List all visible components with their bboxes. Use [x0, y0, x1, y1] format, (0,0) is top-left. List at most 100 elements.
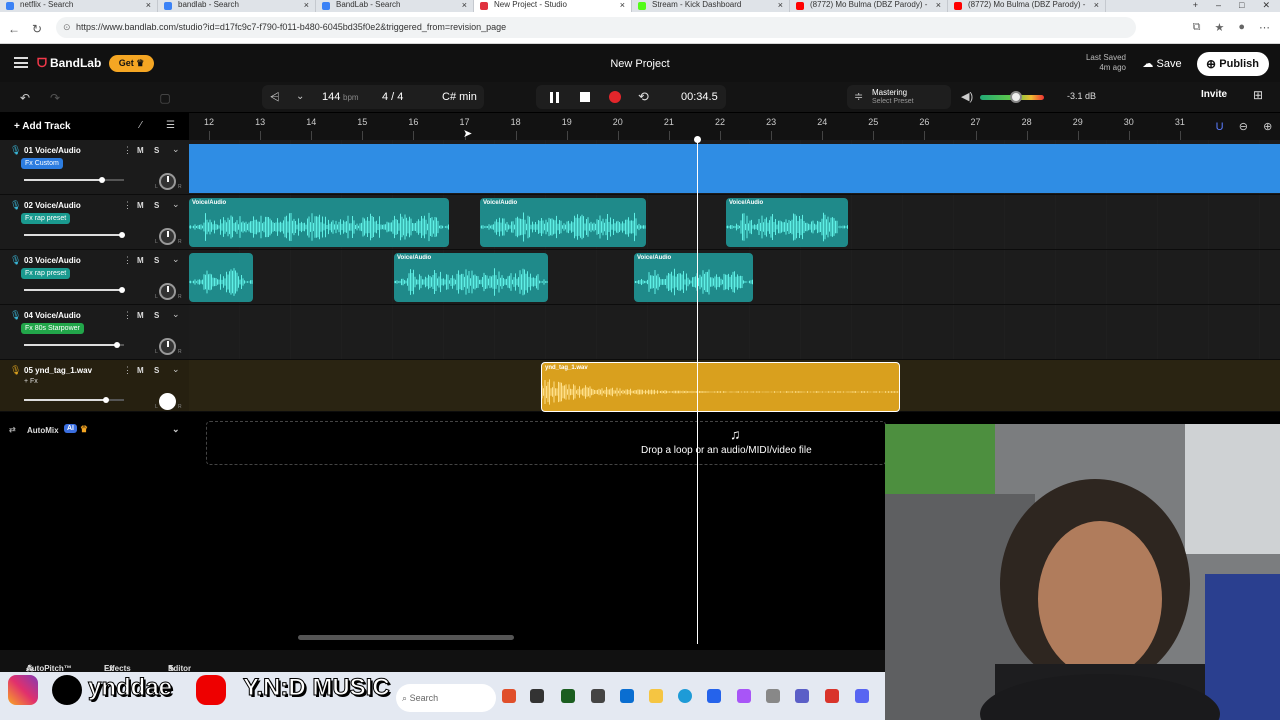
master-volume-slider[interactable] [980, 91, 1044, 103]
mute-button[interactable]: M [137, 201, 144, 210]
taskbar-app-icon[interactable] [766, 689, 780, 703]
gift-icon[interactable]: ⊞ [1253, 88, 1263, 102]
speaker-icon[interactable]: ◀) [961, 90, 973, 103]
time-signature[interactable]: 4 / 4 [382, 85, 403, 109]
track-name[interactable]: 01 Voice/Audio [24, 146, 81, 155]
hamburger-menu-icon[interactable] [14, 57, 28, 68]
taskbar-folder-icon[interactable] [649, 689, 663, 703]
taskbar-brave-icon[interactable] [825, 689, 839, 703]
taskbar-copilot-icon[interactable] [737, 689, 751, 703]
pan-knob[interactable] [159, 393, 176, 410]
stop-button[interactable] [580, 92, 590, 102]
track-name[interactable]: 03 Voice/Audio [24, 256, 81, 265]
pencil-icon[interactable]: ⁄ [140, 120, 142, 131]
browser-tab[interactable]: Stream - Kick Dashboard × [632, 0, 790, 12]
taskbar-teams-icon[interactable] [795, 689, 809, 703]
project-title[interactable]: New Project [540, 58, 740, 70]
automix-row[interactable]: ⇄ AutoMix AI ♛ ⌄ [0, 420, 189, 438]
get-membership-button[interactable]: Get ♛ [109, 55, 154, 72]
track-volume-slider[interactable] [24, 232, 125, 238]
track-lane[interactable]: Voice/Audio Voice/Audio [189, 250, 1280, 305]
bpm-value[interactable]: 144 [322, 85, 340, 109]
tool-icon[interactable]: ▢ [158, 88, 172, 108]
track-options-icon[interactable]: ⋮ [123, 310, 132, 321]
audio-clip[interactable]: Voice/Audio [634, 253, 753, 302]
chevron-down-icon[interactable]: ⌄ [296, 85, 304, 109]
mute-button[interactable]: M [137, 256, 144, 265]
site-info-icon[interactable]: ⊙ [63, 17, 71, 38]
track-header[interactable]: 🎙 03 Voice/Audio ⋮ M S ⌄ Fx rap preset L R [0, 250, 189, 305]
audio-clip[interactable]: Voice/Audio [480, 198, 646, 247]
volume-handle[interactable] [114, 342, 120, 348]
playhead[interactable] [694, 136, 701, 644]
mute-button[interactable]: M [137, 366, 144, 375]
track-header[interactable]: 🎙 02 Voice/Audio ⋮ M S ⌄ Fx rap preset L R [0, 195, 189, 250]
track-name[interactable]: 02 Voice/Audio [24, 201, 81, 210]
maximize-icon[interactable]: □ [1239, 0, 1244, 12]
audio-clip[interactable] [189, 253, 253, 302]
track-volume-slider[interactable] [24, 397, 124, 403]
track-options-icon[interactable]: ⋮ [123, 145, 132, 156]
drop-zone[interactable]: ♫ Drop a loop or an audio/MIDI/video fil… [206, 421, 886, 465]
add-fx-button[interactable]: + Fx [24, 378, 38, 385]
audio-clip[interactable] [189, 144, 1280, 193]
horizontal-scrollbar[interactable] [298, 635, 514, 640]
mute-button[interactable]: M [137, 311, 144, 320]
browser-tab[interactable]: (8772) Mo Bulma (DBZ Parody) - × [948, 0, 1106, 12]
loop-icon[interactable]: ⟲ [638, 85, 649, 109]
track-header[interactable]: 🎙 05 ynd_tag_1.wav ⋮ M S ⌄ + Fx L R [0, 360, 189, 412]
track-volume-slider[interactable] [24, 287, 125, 293]
tab-close-icon[interactable]: × [146, 0, 151, 10]
pan-knob[interactable] [159, 228, 176, 245]
magnet-icon[interactable]: U [1216, 121, 1224, 133]
taskbar-store-icon[interactable] [707, 689, 721, 703]
track-name[interactable]: 05 ynd_tag_1.wav [24, 366, 92, 375]
favorites-icon[interactable]: ★ [1214, 21, 1224, 34]
browser-tab-active[interactable]: New Project - Studio × [474, 0, 632, 12]
solo-button[interactable]: S [154, 366, 159, 375]
save-button[interactable]: ☁ Save [1136, 54, 1188, 74]
invite-button[interactable]: Invite [1201, 89, 1227, 100]
solo-button[interactable]: S [154, 146, 159, 155]
solo-button[interactable]: S [154, 201, 159, 210]
track-name[interactable]: 04 Voice/Audio [24, 311, 81, 320]
tab-close-icon[interactable]: × [304, 0, 309, 10]
taskbar-edge-icon[interactable] [678, 689, 692, 703]
pan-knob[interactable] [159, 338, 176, 355]
volume-handle[interactable] [119, 232, 125, 238]
undo-icon[interactable]: ↶ [18, 88, 32, 108]
taskbar-app-icon[interactable] [530, 689, 544, 703]
back-icon[interactable]: ← [8, 22, 20, 36]
track-header[interactable]: 🎙 01 Voice/Audio ⋮ M S ⌄ Fx Custom L R [0, 140, 189, 195]
tab-close-icon[interactable]: × [936, 0, 941, 10]
audio-clip-selected[interactable]: ynd_tag_1.wav [541, 362, 900, 412]
taskbar-discord-icon[interactable] [855, 689, 869, 703]
zoom-out-icon[interactable]: ⊖ [1239, 120, 1248, 133]
track-options-icon[interactable]: ⋮ [123, 365, 132, 376]
mute-button[interactable]: M [137, 146, 144, 155]
fx-preset-badge[interactable]: Fx 80s Starpower [21, 323, 84, 334]
volume-knob[interactable] [1009, 91, 1022, 103]
reload-icon[interactable]: ↻ [32, 22, 42, 36]
menu-icon[interactable]: ⋯ [1259, 21, 1270, 34]
close-window-icon[interactable]: ✕ [1262, 0, 1270, 12]
fx-preset-badge[interactable]: Fx Custom [21, 158, 63, 169]
track-volume-slider[interactable] [24, 177, 124, 183]
tab-close-icon[interactable]: × [1094, 0, 1099, 10]
add-track-button[interactable]: + Add Track [14, 121, 71, 132]
metronome-icon[interactable]: ⩤ [270, 85, 280, 109]
chevron-down-icon[interactable]: ⌄ [172, 424, 180, 435]
track-volume-slider[interactable] [24, 342, 124, 348]
zoom-in-icon[interactable]: ⊕ [1263, 120, 1272, 133]
volume-handle[interactable] [119, 287, 125, 293]
new-tab-icon[interactable]: + [1193, 0, 1198, 12]
volume-handle[interactable] [103, 397, 109, 403]
taskbar-search[interactable]: ⌕ Search [396, 684, 496, 712]
browser-tab[interactable]: netflix - Search × [0, 0, 158, 12]
pause-button[interactable] [550, 92, 559, 103]
extensions-icon[interactable]: ⧉ [1193, 21, 1201, 34]
taskbar-app-icon[interactable] [502, 689, 516, 703]
timeline-ruler[interactable]: U ⊖ ⊕ 12 13 14 15 16 17 18 19 20 21 22 23 24 25 26 27 28… [189, 113, 1280, 140]
solo-button[interactable]: S [154, 311, 159, 320]
track-options-icon[interactable]: ⋮ [123, 255, 132, 266]
